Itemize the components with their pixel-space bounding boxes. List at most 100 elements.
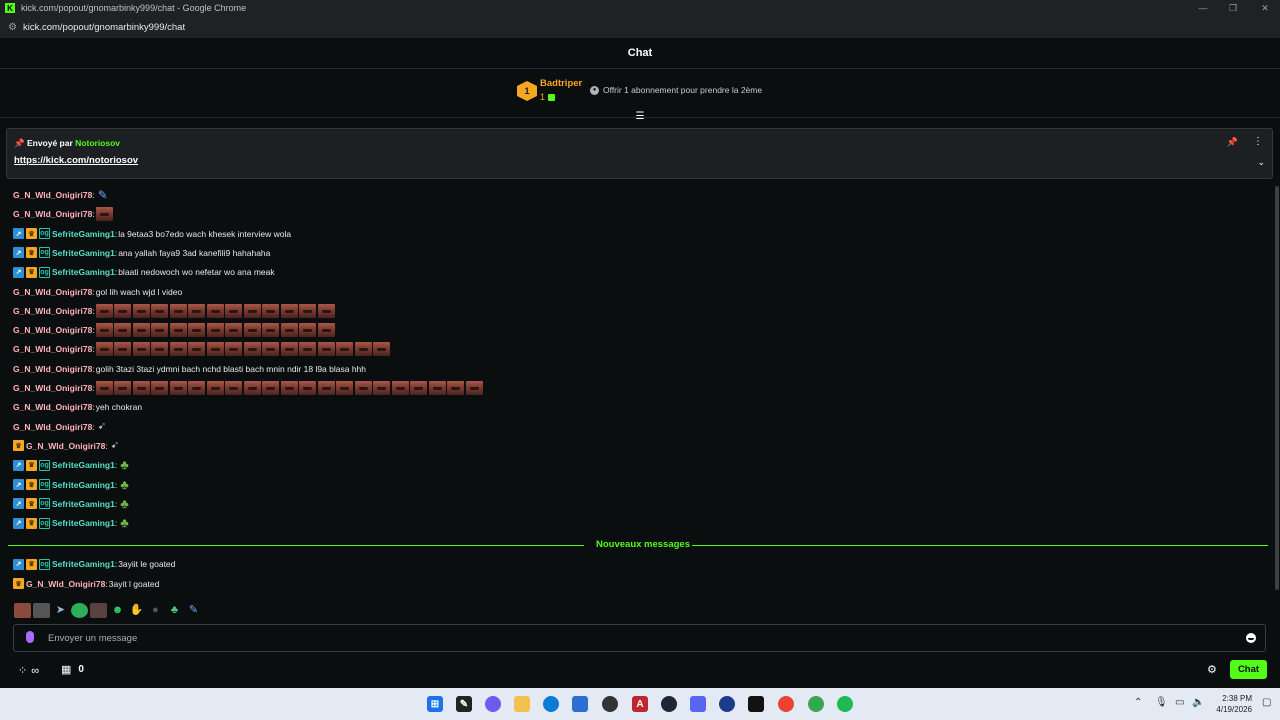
og-badge-icon[interactable]: og xyxy=(39,558,50,570)
emote-face-icon[interactable] xyxy=(225,342,243,357)
emote-face-icon[interactable] xyxy=(225,303,243,318)
og-badge-icon[interactable]: og xyxy=(39,266,50,278)
pinned-link[interactable]: https://kick.com/notoriosov xyxy=(14,155,138,166)
emote-face-icon[interactable] xyxy=(428,381,446,395)
og-badge-icon[interactable]: og xyxy=(39,247,50,259)
sub-badge-icon[interactable]: ♛ xyxy=(26,479,37,490)
sub-badge-icon[interactable]: ♛ xyxy=(13,440,24,452)
username[interactable]: G_N_Wld_Onigiri78 xyxy=(13,306,92,316)
emote-frog-icon[interactable]: ♣ xyxy=(120,477,138,493)
username[interactable]: SefriteGaming1 xyxy=(52,248,115,258)
emote-face-icon[interactable] xyxy=(151,342,169,357)
emote-fish-icon[interactable]: ➤ xyxy=(52,603,69,618)
url-text[interactable]: kick.com/popout/gnomarbinky999/chat xyxy=(23,22,185,33)
pinned-sender-name[interactable]: Notoriosov xyxy=(75,138,120,148)
emote-face-icon[interactable] xyxy=(280,342,298,357)
vip-badge-icon[interactable]: ↗ xyxy=(13,459,24,471)
emote-face-icon[interactable] xyxy=(299,381,317,395)
emote-face-icon[interactable] xyxy=(465,381,483,395)
emote-person-icon[interactable] xyxy=(33,603,50,618)
more-options-icon[interactable]: ⋮ xyxy=(1253,136,1263,147)
emote-face-icon[interactable] xyxy=(132,303,150,318)
emote-cat-icon[interactable]: ♣ xyxy=(166,603,183,618)
emote-face-icon[interactable] xyxy=(151,303,169,318)
emote-face-icon[interactable] xyxy=(262,342,280,357)
emote-face-icon[interactable] xyxy=(114,342,132,357)
emote-face-icon[interactable] xyxy=(151,381,169,395)
emote-face-icon[interactable] xyxy=(280,381,298,395)
vip-badge-icon[interactable]: ↗ xyxy=(13,228,24,240)
username[interactable]: SefriteGaming1 xyxy=(52,267,115,277)
emote-face-icon[interactable] xyxy=(206,342,224,357)
message-placeholder[interactable]: Envoyer un message xyxy=(48,633,137,644)
username[interactable]: G_N_Wld_Onigiri78 xyxy=(13,383,92,393)
emote-frog-icon[interactable]: ♣ xyxy=(120,515,138,531)
og-badge-icon[interactable]: og xyxy=(39,498,50,510)
emote-face-icon[interactable] xyxy=(262,303,280,318)
emote-alien-icon[interactable]: ☻ xyxy=(109,603,126,618)
vip-badge-icon[interactable]: ↗ xyxy=(13,498,24,510)
emote-feather-icon[interactable]: ✎ xyxy=(98,187,112,203)
emote-face-icon[interactable] xyxy=(225,323,243,338)
emote-face-icon[interactable] xyxy=(243,323,261,338)
username[interactable]: G_N_Wld_Onigiri78 xyxy=(13,344,92,354)
emote-face-icon[interactable] xyxy=(280,303,298,318)
emote-hand-icon[interactable]: ✋ xyxy=(128,603,145,618)
emote-face-icon[interactable] xyxy=(151,323,169,338)
pin-icon[interactable]: 📌 xyxy=(1227,137,1238,148)
ea-icon[interactable] xyxy=(719,696,735,712)
sub-badge-icon[interactable]: ♛ xyxy=(26,517,37,529)
emote-face-icon[interactable] xyxy=(317,342,335,357)
emote-face-icon[interactable] xyxy=(336,381,354,395)
emote-face-icon[interactable] xyxy=(373,381,391,395)
emote-face-icon[interactable] xyxy=(188,342,206,357)
emote-face-icon[interactable] xyxy=(317,323,335,338)
emote-face-icon[interactable] xyxy=(225,381,243,395)
emote-face-icon[interactable] xyxy=(447,381,465,395)
og-badge-icon[interactable]: og xyxy=(39,228,50,240)
emoji-picker-icon[interactable] xyxy=(1246,633,1256,643)
username[interactable]: SefriteGaming1 xyxy=(52,499,115,509)
spotify-icon[interactable] xyxy=(837,696,853,712)
message-input[interactable]: Envoyer un message xyxy=(13,624,1266,652)
vip-badge-icon[interactable]: ↗ xyxy=(13,266,24,278)
chrome-profile-icon[interactable] xyxy=(808,696,824,712)
app-a-icon[interactable]: A xyxy=(632,696,648,712)
store-icon[interactable] xyxy=(572,696,588,712)
emote-face-icon[interactable] xyxy=(114,323,132,338)
notification-icon[interactable]: ▢ xyxy=(1262,697,1271,708)
emote-face-icon[interactable] xyxy=(299,342,317,357)
obs-icon[interactable] xyxy=(602,696,618,712)
emote-face-icon[interactable] xyxy=(262,323,280,338)
username[interactable]: G_N_Wld_Onigiri78 xyxy=(13,364,92,374)
emote-face-icon[interactable] xyxy=(336,342,354,357)
emote-face-icon[interactable] xyxy=(280,323,298,338)
send-chat-button[interactable]: Chat xyxy=(1230,660,1267,679)
emote-face-icon[interactable] xyxy=(299,323,317,338)
og-badge-icon[interactable]: og xyxy=(39,459,50,471)
emote-face-icon[interactable] xyxy=(243,381,261,395)
username[interactable]: SefriteGaming1 xyxy=(52,229,115,239)
emote-face-icon[interactable] xyxy=(188,381,206,395)
sub-badge-icon[interactable]: ♛ xyxy=(26,459,37,471)
username[interactable]: SefriteGaming1 xyxy=(52,518,115,528)
emote-face-icon[interactable] xyxy=(262,381,280,395)
emote-face-icon[interactable] xyxy=(14,603,31,618)
emote-face-icon[interactable] xyxy=(243,303,261,318)
copilot-icon[interactable] xyxy=(485,696,501,712)
username[interactable]: G_N_Wld_Onigiri78 xyxy=(13,402,92,412)
emote-face-icon[interactable] xyxy=(169,303,187,318)
username[interactable]: G_N_Wld_Onigiri78 xyxy=(26,441,105,451)
emote-face-icon[interactable] xyxy=(132,323,150,338)
chrome-icon[interactable] xyxy=(778,696,794,712)
emote-frog-icon[interactable]: ♣ xyxy=(120,496,138,512)
og-badge-icon[interactable]: og xyxy=(39,517,50,529)
scroll-to-bottom-icon[interactable]: ☰ xyxy=(634,112,646,122)
username[interactable]: G_N_Wld_Onigiri78 xyxy=(13,190,92,200)
sub-badge-icon[interactable]: ♛ xyxy=(26,558,37,570)
close-icon[interactable]: ✕ xyxy=(1250,0,1280,16)
emote-face-icon[interactable] xyxy=(243,342,261,357)
sub-badge-icon[interactable]: ♛ xyxy=(13,578,24,589)
emote-face-icon[interactable] xyxy=(95,381,113,395)
settings-gear-icon[interactable]: ⚙ xyxy=(1207,663,1217,676)
